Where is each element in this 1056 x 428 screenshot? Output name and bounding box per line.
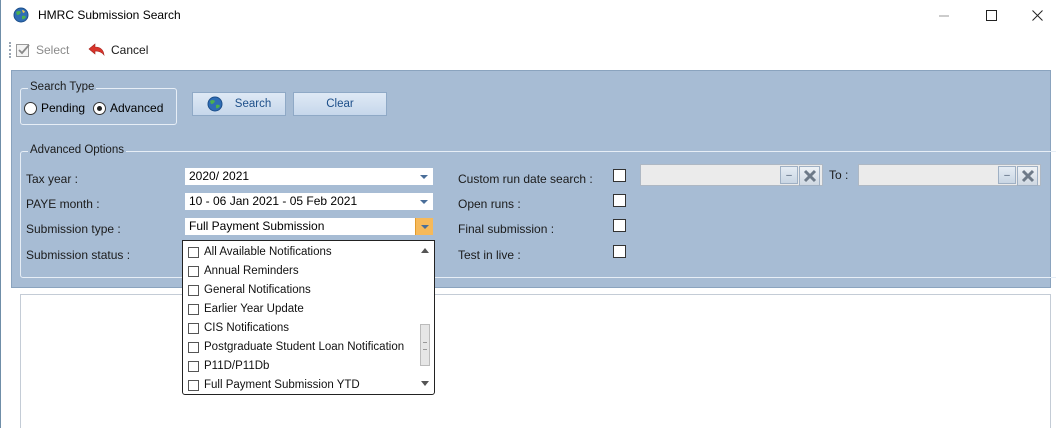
- paye-month-dropdown-arrow[interactable]: [415, 193, 433, 210]
- item-checkbox[interactable]: [188, 265, 199, 277]
- search-options-panel: Search Type Pending Advanced Search Clea…: [11, 70, 1056, 288]
- advanced-radio-dot[interactable]: [93, 101, 106, 115]
- scrollbar-thumb[interactable]: [420, 324, 430, 366]
- item-label: Annual Reminders: [204, 265, 299, 277]
- minimize-icon: [938, 15, 949, 16]
- submission-type-select[interactable]: Full Payment Submission: [184, 217, 434, 236]
- item-checkbox[interactable]: [188, 379, 199, 391]
- close-icon: [1031, 9, 1043, 21]
- to-date-input[interactable]: –: [858, 164, 1041, 186]
- cancel-label: Cancel: [111, 43, 149, 57]
- item-checkbox[interactable]: [188, 284, 199, 296]
- item-label: CIS Notifications: [204, 322, 290, 334]
- tax-year-value: 2020/ 2021: [189, 169, 250, 183]
- clear-button-label: Clear: [326, 98, 354, 110]
- select-check-icon: [16, 44, 30, 57]
- list-item[interactable]: CIS Notifications: [188, 319, 289, 337]
- list-item[interactable]: Earlier Year Update: [188, 300, 304, 318]
- list-item[interactable]: General Notifications: [188, 281, 311, 299]
- minimize-button[interactable]: [921, 0, 967, 30]
- scroll-down-icon[interactable]: [421, 381, 429, 386]
- tax-year-dropdown-arrow[interactable]: [415, 168, 433, 185]
- from-date-clear-button[interactable]: [799, 166, 820, 186]
- item-label: Earlier Year Update: [204, 303, 304, 315]
- ellipsis-icon: –: [1004, 169, 1010, 181]
- cancel-button[interactable]: Cancel: [88, 41, 148, 59]
- submission-type-label: Submission type :: [26, 222, 121, 236]
- search-button[interactable]: Search: [192, 92, 286, 116]
- final-submission-label: Final submission :: [458, 222, 555, 236]
- search-globe-icon: [207, 96, 223, 112]
- select-label: Select: [36, 43, 70, 57]
- item-label: All Available Notifications: [204, 246, 332, 258]
- item-checkbox[interactable]: [188, 360, 199, 372]
- chevron-down-icon: [420, 199, 428, 204]
- item-label: General Notifications: [204, 284, 311, 296]
- clear-x-icon: [803, 169, 816, 183]
- chevron-down-icon: [420, 174, 428, 179]
- custom-run-date-label: Custom run date search :: [458, 172, 593, 186]
- tax-year-select[interactable]: 2020/ 2021: [184, 167, 434, 186]
- to-label: To :: [829, 168, 849, 182]
- tax-year-label: Tax year :: [26, 172, 79, 186]
- paye-month-label: PAYE month :: [26, 197, 100, 211]
- final-submission-checkbox[interactable]: [613, 219, 626, 232]
- test-in-live-label: Test in live :: [458, 248, 521, 262]
- pending-radio[interactable]: Pending: [24, 101, 85, 115]
- open-runs-label: Open runs :: [458, 197, 521, 211]
- from-date-picker-button[interactable]: –: [780, 166, 798, 184]
- advanced-options-legend: Advanced Options: [28, 144, 126, 156]
- item-label: Postgraduate Student Loan Notification: [204, 341, 405, 353]
- select-button[interactable]: Select: [15, 41, 69, 59]
- pending-label: Pending: [41, 101, 86, 115]
- search-button-label: Search: [234, 98, 272, 110]
- to-date-clear-button[interactable]: [1017, 166, 1038, 186]
- toolbar-grip[interactable]: [9, 42, 11, 58]
- from-date-input[interactable]: –: [640, 164, 823, 186]
- item-checkbox[interactable]: [188, 303, 199, 315]
- item-checkbox[interactable]: [188, 322, 199, 334]
- paye-month-select[interactable]: 10 - 06 Jan 2021 - 05 Feb 2021: [184, 192, 434, 211]
- list-item[interactable]: All Available Notifications: [188, 243, 332, 261]
- submission-type-dropdown-arrow[interactable]: [415, 218, 433, 235]
- open-runs-checkbox[interactable]: [613, 194, 626, 207]
- toolbar: Select Cancel: [1, 40, 1056, 60]
- dropdown-scrollbar[interactable]: [418, 242, 433, 393]
- window-title: HMRC Submission Search: [38, 8, 181, 22]
- back-arrow-icon: [88, 43, 105, 57]
- list-item[interactable]: Annual Reminders: [188, 262, 299, 280]
- submission-status-dropdown-list[interactable]: All Available Notifications Annual Remin…: [182, 240, 435, 395]
- clear-x-icon: [1021, 169, 1034, 183]
- test-in-live-checkbox[interactable]: [613, 245, 626, 258]
- advanced-label: Advanced: [110, 101, 164, 115]
- advanced-options-group: Advanced Options Tax year : 2020/ 2021 P…: [20, 144, 1056, 278]
- chevron-down-icon: [420, 224, 429, 229]
- hmrc-globe-icon: [13, 7, 29, 23]
- item-label: Full Payment Submission YTD: [204, 379, 360, 391]
- item-checkbox[interactable]: [188, 341, 199, 353]
- ellipsis-icon: –: [786, 169, 792, 181]
- list-item[interactable]: P11D/P11Db: [188, 357, 269, 375]
- custom-run-date-checkbox[interactable]: [613, 169, 626, 182]
- pending-radio-dot[interactable]: [24, 101, 37, 115]
- maximize-icon: [985, 9, 997, 21]
- list-item[interactable]: Full Payment Submission YTD: [188, 376, 360, 394]
- item-checkbox[interactable]: [188, 246, 199, 258]
- search-type-legend: Search Type: [28, 81, 97, 93]
- maximize-button[interactable]: [968, 0, 1014, 30]
- submission-type-value: Full Payment Submission: [189, 219, 325, 233]
- item-label: P11D/P11Db: [204, 360, 270, 372]
- scroll-up-icon[interactable]: [421, 248, 429, 253]
- clear-button[interactable]: Clear: [293, 92, 387, 116]
- title-bar[interactable]: HMRC Submission Search: [1, 0, 1056, 30]
- results-grid[interactable]: [20, 294, 1051, 428]
- advanced-radio[interactable]: Advanced: [93, 101, 163, 115]
- list-item[interactable]: Postgraduate Student Loan Notification: [188, 338, 404, 356]
- to-date-picker-button[interactable]: –: [998, 166, 1016, 184]
- paye-month-value: 10 - 06 Jan 2021 - 05 Feb 2021: [189, 194, 358, 208]
- search-type-group: Search Type Pending Advanced: [20, 81, 177, 125]
- close-button[interactable]: [1014, 0, 1056, 30]
- hmrc-submission-search-window: HMRC Submission Search Select Cancel Sea…: [0, 0, 1056, 428]
- submission-status-label: Submission status :: [26, 248, 131, 262]
